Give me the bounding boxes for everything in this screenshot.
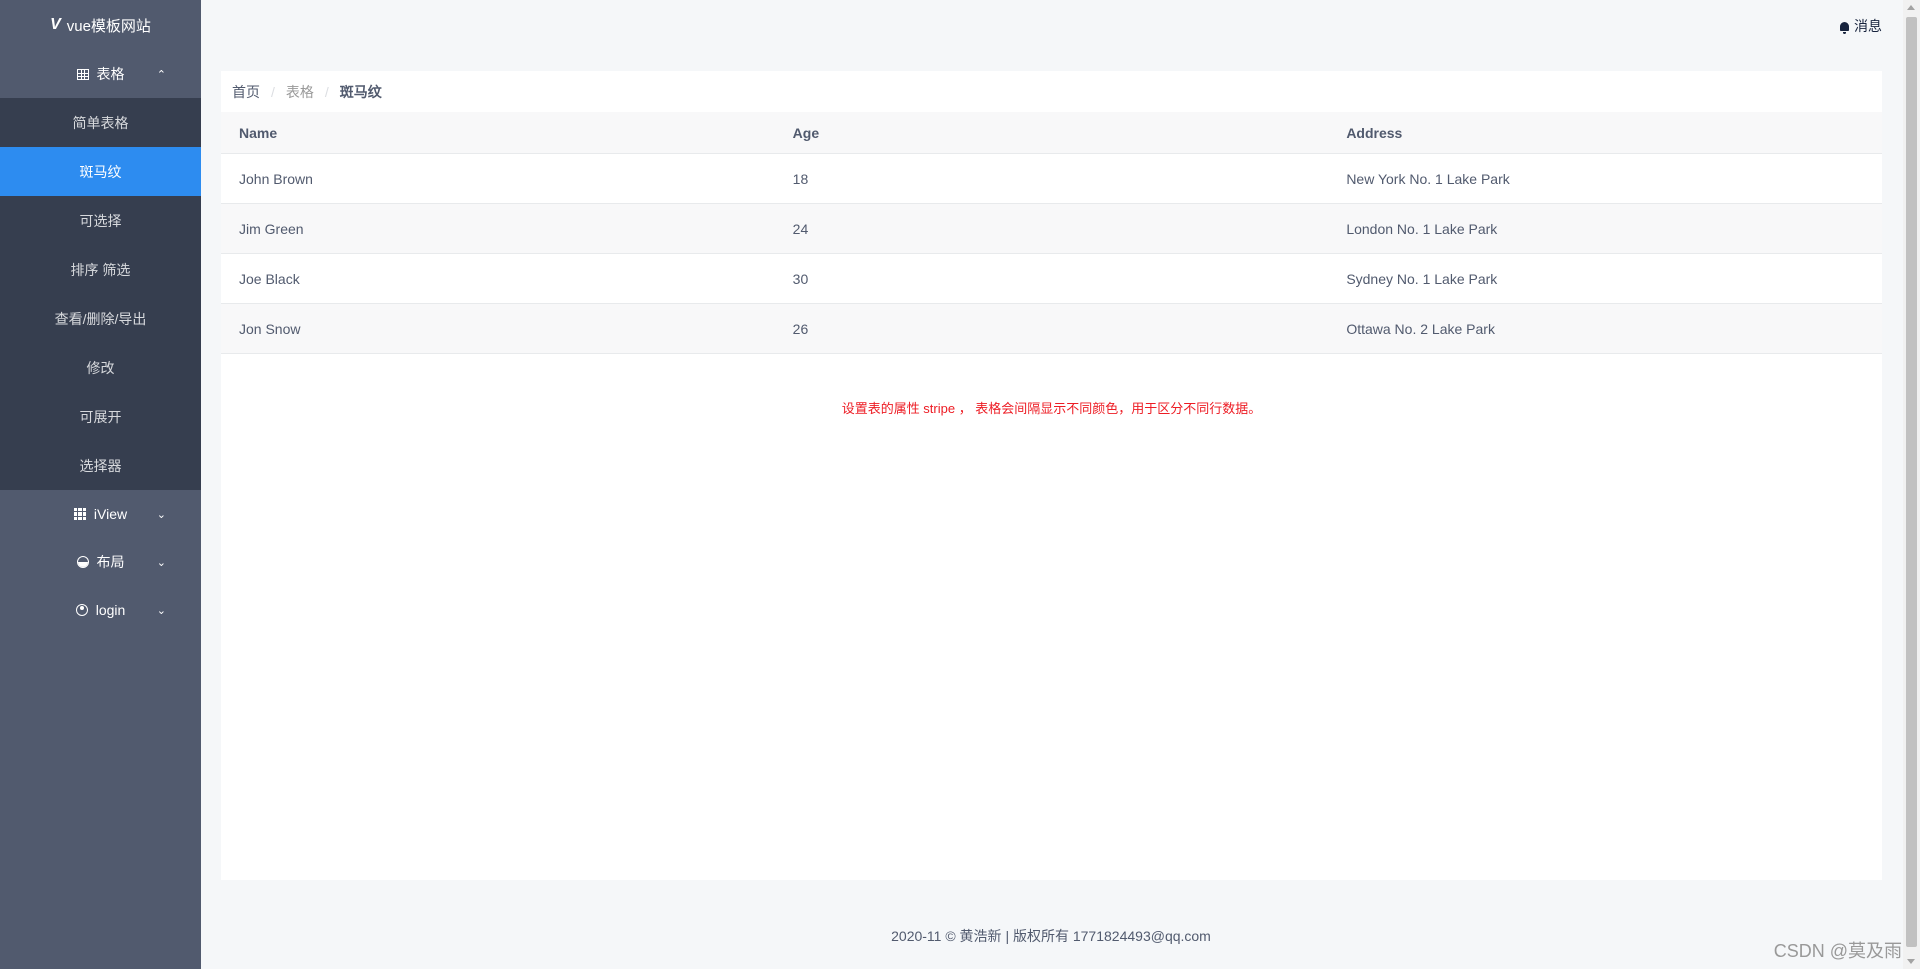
- submenu-item-selector[interactable]: 选择器: [0, 441, 201, 490]
- breadcrumb: 首页 / 表格 / 斑马纹: [221, 71, 1882, 112]
- chevron-down-icon: ⌄: [156, 604, 166, 617]
- cell-name: John Brown: [221, 153, 775, 204]
- brand[interactable]: V vue模板网站: [0, 0, 201, 50]
- vertical-scrollbar[interactable]: [1903, 0, 1920, 969]
- content-card: 首页 / 表格 / 斑马纹 Name Age Address John Brow…: [221, 71, 1882, 880]
- menu-group-layout[interactable]: 布局 ⌄: [0, 538, 201, 586]
- vue-logo-icon: V: [50, 16, 61, 33]
- scrollbar-thumb[interactable]: [1906, 17, 1917, 947]
- cell-name: Joe Black: [221, 253, 775, 304]
- scroll-down-arrow-icon[interactable]: [1907, 959, 1915, 964]
- user-circle-icon: [75, 604, 88, 616]
- menu-group-table[interactable]: 表格 ⌃: [0, 50, 201, 98]
- submenu-table: 简单表格 斑马纹 可选择 排序 筛选 查看/删除/导出 修改 可展开 选择器: [0, 98, 201, 490]
- chevron-down-icon: ⌄: [156, 508, 166, 521]
- zebra-table: Name Age Address John Brown 18 New York …: [221, 112, 1882, 354]
- menu-group-login-label: login: [95, 602, 126, 618]
- cell-address: London No. 1 Lake Park: [1328, 203, 1882, 254]
- apps-grid-icon: [73, 508, 86, 520]
- footer-copyright: 2020-11 © 黄浩新 | 版权所有 1771824493@qq.com: [891, 928, 1211, 944]
- table-row[interactable]: Jon Snow 26 Ottawa No. 2 Lake Park: [221, 303, 1882, 354]
- table-row[interactable]: Jim Green 24 London No. 1 Lake Park: [221, 203, 1882, 254]
- column-header-name: Name: [221, 112, 775, 154]
- table-row[interactable]: John Brown 18 New York No. 1 Lake Park: [221, 153, 1882, 204]
- submenu-item-expandable[interactable]: 可展开: [0, 392, 201, 441]
- cell-age: 26: [774, 303, 1329, 354]
- breadcrumb-separator: /: [324, 83, 329, 100]
- menu-group-table-label: 表格: [96, 66, 125, 82]
- column-header-address: Address: [1328, 112, 1882, 154]
- breadcrumb-separator: /: [271, 83, 275, 100]
- stripe-description-note: 设置表的属性 stripe ， 表格会间隔显示不同颜色，用于区分不同行数据。: [841, 401, 1262, 416]
- chevron-down-icon: ⌄: [156, 556, 166, 569]
- cell-name: Jim Green: [221, 203, 775, 254]
- cell-address: New York No. 1 Lake Park: [1328, 153, 1882, 204]
- submenu-item-zebra[interactable]: 斑马纹: [0, 147, 201, 196]
- sidebar: V vue模板网站 表格 ⌃ 简单表格 斑马纹 可选择 排序 筛选 查看/删除/…: [0, 0, 201, 969]
- table-icon: [76, 68, 89, 80]
- table-row[interactable]: Joe Black 30 Sydney No. 1 Lake Park: [221, 253, 1882, 304]
- breadcrumb-home[interactable]: 首页: [232, 82, 260, 102]
- cell-age: 24: [774, 203, 1329, 254]
- cell-age: 30: [774, 253, 1329, 304]
- column-header-age: Age: [774, 112, 1329, 154]
- chevron-up-icon: ⌃: [156, 68, 166, 81]
- bell-icon: [1840, 21, 1849, 34]
- submenu-item-selectable[interactable]: 可选择: [0, 196, 201, 245]
- scroll-up-arrow-icon[interactable]: [1907, 5, 1915, 10]
- submenu-item-simple-table[interactable]: 简单表格: [0, 98, 201, 147]
- breadcrumb-current: 斑马纹: [339, 83, 382, 100]
- cell-address: Sydney No. 1 Lake Park: [1328, 253, 1882, 304]
- menu-group-iview[interactable]: iView ⌄: [0, 490, 201, 538]
- cell-name: Jon Snow: [221, 303, 775, 354]
- submenu-item-sort-filter[interactable]: 排序 筛选: [0, 245, 201, 294]
- message-label: 消息: [1854, 18, 1882, 34]
- table-header-row: Name Age Address: [221, 112, 1882, 154]
- breadcrumb-section[interactable]: 表格: [286, 82, 314, 102]
- pie-chart-icon: [76, 556, 89, 568]
- brand-title: vue模板网站: [66, 17, 151, 35]
- submenu-item-view-delete-export[interactable]: 查看/删除/导出: [0, 294, 201, 343]
- submenu-item-edit[interactable]: 修改: [0, 343, 201, 392]
- watermark: CSDN @莫及雨: [1773, 941, 1902, 961]
- cell-age: 18: [774, 153, 1329, 204]
- message-button[interactable]: 消息: [1840, 16, 1882, 36]
- menu-group-login[interactable]: login ⌄: [0, 586, 201, 634]
- menu-group-layout-label: 布局: [96, 554, 125, 570]
- menu-group-iview-label: iView: [93, 506, 128, 522]
- cell-address: Ottawa No. 2 Lake Park: [1328, 303, 1882, 354]
